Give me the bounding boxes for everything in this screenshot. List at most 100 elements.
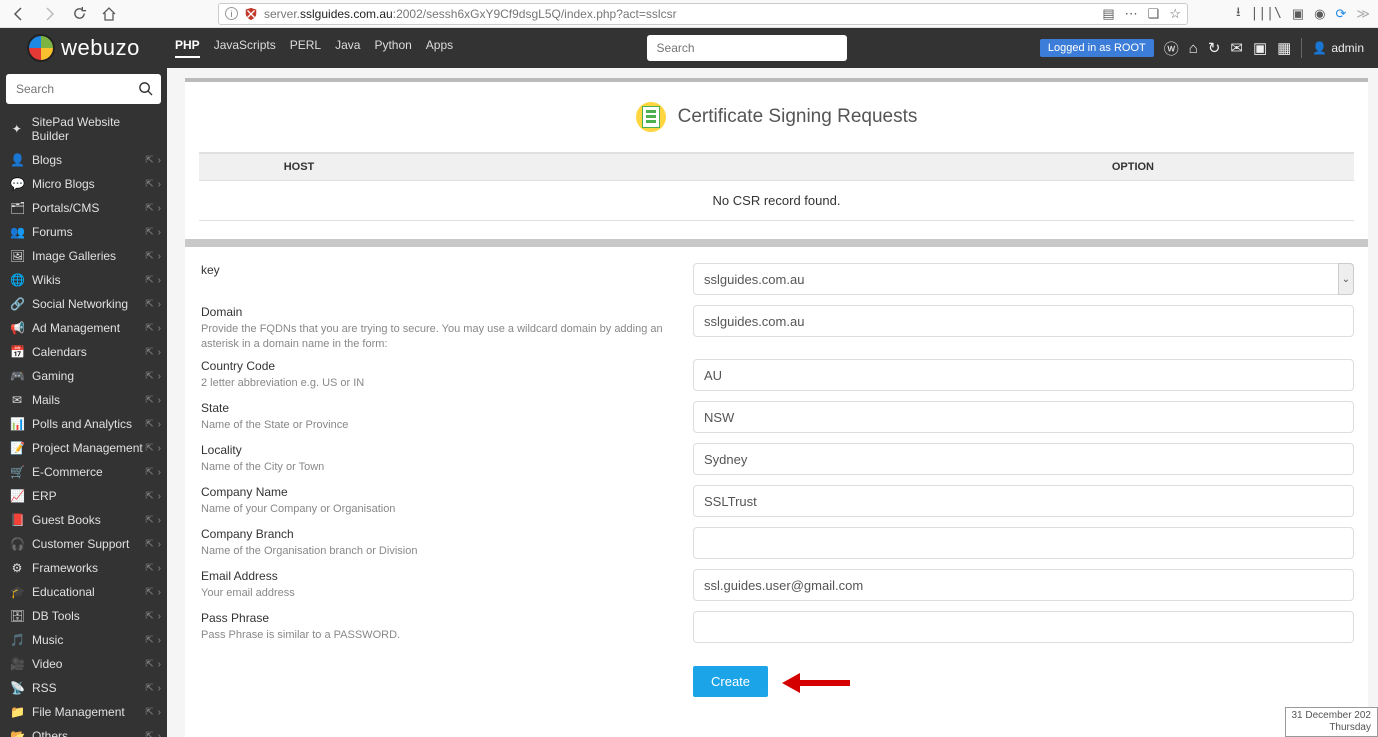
divider bbox=[1301, 38, 1302, 58]
account-icon[interactable]: ◉ bbox=[1314, 6, 1325, 22]
tab-java[interactable]: Java bbox=[335, 38, 360, 58]
sidebar-item-icon: 🎥 bbox=[10, 657, 24, 671]
protection-icon[interactable]: ❏ bbox=[1148, 6, 1160, 22]
home-button[interactable] bbox=[98, 3, 120, 25]
logo-swirl-icon bbox=[27, 34, 55, 62]
pass-input[interactable] bbox=[693, 611, 1354, 643]
reader-icon[interactable]: ▤ bbox=[1102, 6, 1114, 22]
expand-arrows: ⇱› bbox=[145, 299, 161, 310]
expand-arrows: ⇱› bbox=[145, 203, 161, 214]
sidebar-item-label: Forums bbox=[32, 225, 73, 239]
sidebar-toggle-icon[interactable]: ▣ bbox=[1292, 6, 1304, 22]
tab-apps[interactable]: Apps bbox=[426, 38, 453, 58]
grid-icon[interactable]: ▦ bbox=[1277, 39, 1291, 57]
domain-input[interactable] bbox=[693, 305, 1354, 337]
footer-date: 31 December 202 Thursday bbox=[1285, 707, 1378, 737]
browser-toolbar: i server.sslguides.com.au:2002/sessh6xGx… bbox=[0, 0, 1378, 28]
address-bar[interactable]: i server.sslguides.com.au:2002/sessh6xGx… bbox=[218, 3, 1188, 25]
sidebar-item-e-commerce[interactable]: 🛒E-Commerce⇱› bbox=[0, 460, 167, 484]
sidebar-item-icon: 🎮 bbox=[10, 369, 24, 383]
form-row-branch: Company BranchName of the Organisation b… bbox=[199, 527, 1354, 565]
key-select[interactable]: sslguides.com.au bbox=[693, 263, 1354, 295]
expand-arrows: ⇱› bbox=[145, 419, 161, 430]
wordpress-icon[interactable]: ⓦ bbox=[1164, 38, 1179, 59]
sidebar-item-project-management[interactable]: 📝Project Management⇱› bbox=[0, 436, 167, 460]
sidebar-item-blogs[interactable]: 👤Blogs⇱› bbox=[0, 148, 167, 172]
info-icon[interactable]: i bbox=[225, 7, 238, 20]
sidebar-item-file-management[interactable]: 📁File Management⇱› bbox=[0, 700, 167, 724]
tab-javascripts[interactable]: JavaScripts bbox=[214, 38, 276, 58]
sidebar-item-sitepad-website-builder[interactable]: ✦SitePad Website Builder bbox=[0, 110, 167, 148]
top-search-input[interactable] bbox=[647, 35, 847, 61]
form-row-country: Country Code2 letter abbreviation e.g. U… bbox=[199, 359, 1354, 397]
email-input[interactable] bbox=[693, 569, 1354, 601]
url-text: server.sslguides.com.au:2002/sessh6xGxY9… bbox=[264, 7, 1096, 21]
country-input[interactable] bbox=[693, 359, 1354, 391]
expand-arrows: ⇱› bbox=[145, 443, 161, 454]
tab-python[interactable]: Python bbox=[374, 38, 411, 58]
expand-arrows: ⇱› bbox=[145, 491, 161, 502]
sync-icon[interactable]: ↻ bbox=[1208, 39, 1221, 57]
sidebar-item-music[interactable]: 🎵Music⇱› bbox=[0, 628, 167, 652]
sidebar-item-ad-management[interactable]: 📢Ad Management⇱› bbox=[0, 316, 167, 340]
field-hint-locality: Name of the City or Town bbox=[201, 460, 693, 475]
back-button[interactable] bbox=[8, 3, 30, 25]
expand-arrows: ⇱› bbox=[145, 179, 161, 190]
overflow-icon[interactable]: ≫ bbox=[1356, 6, 1370, 22]
sidebar-item-guest-books[interactable]: 📕Guest Books⇱› bbox=[0, 508, 167, 532]
sidebar-item-label: Video bbox=[32, 657, 62, 671]
sidebar-item-mails[interactable]: ✉Mails⇱› bbox=[0, 388, 167, 412]
sidebar-item-portals-cms[interactable]: 🗂Portals/CMS⇱› bbox=[0, 196, 167, 220]
sidebar-item-gaming[interactable]: 🎮Gaming⇱› bbox=[0, 364, 167, 388]
sidebar-item-erp[interactable]: 📈ERP⇱› bbox=[0, 484, 167, 508]
forward-button[interactable] bbox=[38, 3, 60, 25]
sidebar-item-micro-blogs[interactable]: 💬Micro Blogs⇱› bbox=[0, 172, 167, 196]
tab-php[interactable]: PHP bbox=[175, 38, 200, 58]
sidebar-item-customer-support[interactable]: 🎧Customer Support⇱› bbox=[0, 532, 167, 556]
extension-icon[interactable]: ⟳ bbox=[1335, 6, 1346, 22]
expand-arrows: ⇱› bbox=[145, 539, 161, 550]
search-icon[interactable] bbox=[138, 81, 153, 96]
mail-icon[interactable]: ✉ bbox=[1230, 39, 1243, 57]
sidebar-item-label: E-Commerce bbox=[32, 465, 103, 479]
sidebar-item-forums[interactable]: 👥Forums⇱› bbox=[0, 220, 167, 244]
sidebar-item-image-galleries[interactable]: 🖼Image Galleries⇱› bbox=[0, 244, 167, 268]
branch-input[interactable] bbox=[693, 527, 1354, 559]
sidebar-item-icon: 📅 bbox=[10, 345, 24, 359]
form-row-email: Email AddressYour email address bbox=[199, 569, 1354, 607]
sidebar-item-calendars[interactable]: 📅Calendars⇱› bbox=[0, 340, 167, 364]
sidebar-item-video[interactable]: 🎥Video⇱› bbox=[0, 652, 167, 676]
sidebar-item-label: Calendars bbox=[32, 345, 87, 359]
inbox-icon[interactable]: ▣ bbox=[1253, 39, 1267, 57]
expand-arrows: ⇱› bbox=[145, 395, 161, 406]
tab-perl[interactable]: PERL bbox=[290, 38, 321, 58]
user-menu[interactable]: 👤 admin bbox=[1312, 41, 1364, 55]
library-icon[interactable]: |||\ bbox=[1251, 6, 1282, 21]
home-icon[interactable]: ⌂ bbox=[1189, 40, 1198, 57]
root-badge: Logged in as ROOT bbox=[1040, 39, 1154, 57]
sidebar-item-icon: 📊 bbox=[10, 417, 24, 431]
company-input[interactable] bbox=[693, 485, 1354, 517]
bookmark-icon[interactable]: ☆ bbox=[1169, 6, 1181, 22]
state-input[interactable] bbox=[693, 401, 1354, 433]
logo[interactable]: webuzo bbox=[0, 34, 167, 62]
locality-input[interactable] bbox=[693, 443, 1354, 475]
download-icon[interactable]: ⭳ bbox=[1236, 3, 1241, 25]
sidebar-item-others[interactable]: 📂Others⇱› bbox=[0, 724, 167, 737]
sidebar-item-wikis[interactable]: 🌐Wikis⇱› bbox=[0, 268, 167, 292]
sidebar-item-polls-and-analytics[interactable]: 📊Polls and Analytics⇱› bbox=[0, 412, 167, 436]
reload-button[interactable] bbox=[68, 3, 90, 25]
sidebar: ✦SitePad Website Builder👤Blogs⇱›💬Micro B… bbox=[0, 68, 167, 737]
sidebar-item-db-tools[interactable]: 🗄DB Tools⇱› bbox=[0, 604, 167, 628]
sidebar-item-label: Project Management bbox=[32, 441, 143, 455]
sidebar-item-frameworks[interactable]: ⚙Frameworks⇱› bbox=[0, 556, 167, 580]
field-hint-email: Your email address bbox=[201, 586, 693, 601]
sidebar-item-educational[interactable]: 🎓Educational⇱› bbox=[0, 580, 167, 604]
sidebar-item-label: DB Tools bbox=[32, 609, 80, 623]
sidebar-item-social-networking[interactable]: 🔗Social Networking⇱› bbox=[0, 292, 167, 316]
more-icon[interactable]: ⋯ bbox=[1125, 6, 1138, 22]
sidebar-item-label: Blogs bbox=[32, 153, 62, 167]
sidebar-item-rss[interactable]: 📡RSS⇱› bbox=[0, 676, 167, 700]
field-hint-domain: Provide the FQDNs that you are trying to… bbox=[201, 322, 693, 353]
create-button[interactable]: Create bbox=[693, 666, 768, 697]
